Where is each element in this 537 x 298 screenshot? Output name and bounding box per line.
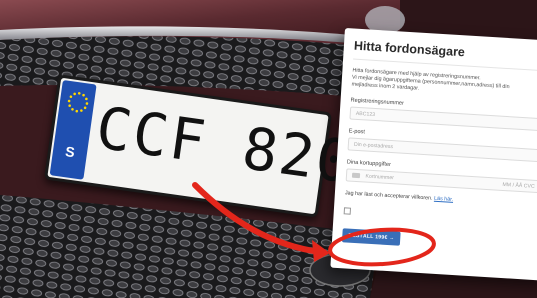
email-input-placeholder: Din e-postadress [353,141,394,151]
form-intro: Hitta fordonsägare med hjälp av registre… [351,68,537,101]
find-owner-form: Hitta fordonsägare Hitta fordonsägare me… [330,28,537,281]
terms-checkbox[interactable] [343,207,352,215]
terms-row: Jag har läst och accepterar villkoren. L… [345,190,537,208]
eu-stars-icon [67,92,89,113]
card-input-placeholder: Kortnummer [365,173,395,182]
order-button[interactable]: BESTÄLL 199€ → [341,228,401,246]
terms-link[interactable]: Läs här. [434,196,454,203]
credit-card-icon [351,172,361,179]
plate-country-code: S [64,143,76,161]
terms-text: Jag har läst och accepterar villkoren. [344,190,433,202]
eu-band: S [49,79,97,180]
card-expiry-cvc: MM / ÅÅ CVC [502,181,535,190]
reg-input-placeholder: ABC123 [355,110,376,118]
composite-screenshot: S CCF 820 Hitta fordonsägare Hitta fordo… [0,0,537,298]
